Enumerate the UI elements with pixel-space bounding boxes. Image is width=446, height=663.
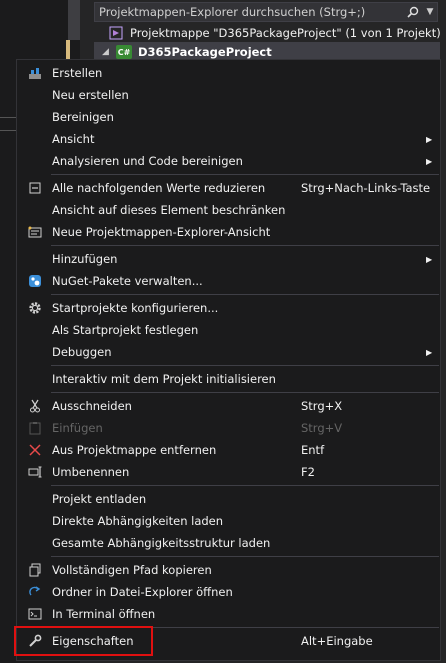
menu-item-label: Vollständigen Pfad kopieren (52, 563, 212, 577)
submenu-arrow-icon: ▶ (426, 254, 433, 264)
menu-item-umbenennen[interactable]: Umbenennen F2 (18, 461, 439, 483)
menu-item-label: Hinzufügen (52, 252, 118, 266)
remove-icon (18, 439, 52, 461)
search-icon[interactable] (403, 3, 423, 21)
menu-item-shortcut: Strg+X (301, 399, 343, 413)
gear-icon (18, 297, 52, 319)
menu-separator (51, 294, 439, 295)
scissors-icon (18, 395, 52, 417)
menu-item-label: Ausschneiden (52, 399, 132, 413)
menu-item-label: Erstellen (52, 66, 103, 80)
copy-icon (18, 559, 52, 581)
menu-item-beschraenken[interactable]: Ansicht auf dieses Element beschränken (18, 199, 439, 221)
menu-item-ansicht[interactable]: Ansicht ▶ (18, 128, 439, 150)
open-folder-icon (18, 581, 52, 603)
menu-item-label: Als Startprojekt festlegen (52, 323, 199, 337)
editor-scrollbar[interactable] (68, 0, 80, 40)
menu-item-gesamte-abhaengigkeiten[interactable]: Gesamte Abhängigkeitsstruktur laden (18, 532, 439, 554)
tree-item-solution[interactable]: Projektmappe "D365PackageProject" (1 von… (94, 23, 441, 43)
menu-item-label: Startprojekte konfigurieren... (52, 301, 219, 315)
divider (0, 130, 16, 131)
submenu-arrow-icon: ▶ (426, 134, 433, 144)
menu-item-neue-ansicht[interactable]: Neue Projektmappen-Explorer-Ansicht (18, 221, 439, 243)
paste-icon (18, 417, 52, 439)
nuget-icon (18, 270, 52, 292)
highlight-box (14, 626, 153, 656)
menu-item-debuggen[interactable]: Debuggen ▶ (18, 341, 439, 363)
submenu-arrow-icon: ▶ (426, 347, 433, 357)
menu-separator (51, 174, 439, 175)
menu-item-einfuegen[interactable]: Einfügen Strg+V (18, 417, 439, 439)
csharp-project-icon: C# (116, 45, 132, 59)
menu-separator (51, 392, 439, 393)
terminal-icon (18, 603, 52, 625)
menu-item-label: NuGet-Pakete verwalten... (52, 274, 203, 288)
menu-item-shortcut: Alt+Eingabe (301, 634, 373, 648)
menu-item-label: Ordner in Datei-Explorer öffnen (52, 585, 233, 599)
new-view-icon (18, 221, 52, 243)
menu-item-label: Ansicht (52, 132, 95, 146)
menu-item-label: Bereinigen (52, 110, 114, 124)
menu-item-label: In Terminal öffnen (52, 607, 156, 621)
menu-item-direkte-abhaengigkeiten[interactable]: Direkte Abhängigkeiten laden (18, 510, 439, 532)
menu-item-interaktiv[interactable]: Interaktiv mit dem Projekt initialisiere… (18, 368, 439, 390)
menu-item-label: Projekt entladen (52, 492, 147, 506)
menu-item-shortcut: Strg+Nach-Links-Taste (301, 181, 431, 195)
solution-explorer-search[interactable]: Projektmappen-Explorer durchsuchen (Strg… (94, 2, 438, 22)
menu-item-label: Aus Projektmappe entfernen (52, 443, 217, 457)
menu-item-label: Direkte Abhängigkeiten laden (52, 514, 224, 528)
solution-label: Projektmappe "D365PackageProject" (1 von… (130, 26, 441, 40)
menu-item-neu-erstellen[interactable]: Neu erstellen (18, 84, 439, 106)
menu-item-label: Neu erstellen (52, 88, 129, 102)
context-menu: Erstellen Neu erstellen Bereinigen Ansic… (16, 59, 441, 661)
menu-separator (51, 245, 439, 246)
submenu-arrow-icon: ▶ (426, 156, 433, 166)
menu-item-label: Gesamte Abhängigkeitsstruktur laden (52, 536, 271, 550)
menu-item-erstellen[interactable]: Erstellen (18, 62, 439, 84)
search-placeholder: Projektmappen-Explorer durchsuchen (Strg… (99, 5, 366, 19)
menu-item-label: Alle nachfolgenden Werte reduzieren (52, 181, 266, 195)
menu-item-ausschneiden[interactable]: Ausschneiden Strg+X (18, 395, 439, 417)
project-label: D365PackageProject (138, 45, 272, 59)
menu-item-startprojekt-festlegen[interactable]: Als Startprojekt festlegen (18, 319, 439, 341)
menu-item-label: Neue Projektmappen-Explorer-Ansicht (52, 225, 271, 239)
menu-separator (51, 485, 439, 486)
menu-item-nuget[interactable]: NuGet-Pakete verwalten... (18, 270, 439, 292)
divider (0, 117, 16, 118)
menu-item-label: Umbenennen (52, 465, 130, 479)
menu-item-label: Interaktiv mit dem Projekt initialisiere… (52, 372, 276, 386)
collapse-icon (18, 177, 52, 199)
menu-separator (51, 556, 439, 557)
menu-separator (51, 365, 439, 366)
menu-item-entfernen[interactable]: Aus Projektmappe entfernen Entf (18, 439, 439, 461)
menu-item-label: Ansicht auf dieses Element beschränken (52, 203, 286, 217)
menu-item-shortcut: Entf (301, 443, 325, 457)
expand-triangle-icon[interactable]: ◢ (102, 47, 116, 57)
menu-item-shortcut: F2 (301, 465, 315, 479)
build-icon (18, 62, 52, 84)
menu-item-terminal[interactable]: In Terminal öffnen (18, 603, 439, 625)
rename-icon (18, 461, 52, 483)
menu-item-entladen[interactable]: Projekt entladen (18, 488, 439, 510)
menu-item-label: Einfügen (52, 421, 103, 435)
solution-icon (108, 26, 124, 40)
menu-item-shortcut: Strg+V (301, 421, 343, 435)
menu-item-label: Debuggen (52, 345, 112, 359)
menu-item-datei-explorer[interactable]: Ordner in Datei-Explorer öffnen (18, 581, 439, 603)
menu-item-analysieren[interactable]: Analysieren und Code bereinigen ▶ (18, 150, 439, 172)
search-options-chevron-icon[interactable]: ▼ (423, 7, 437, 17)
menu-item-bereinigen[interactable]: Bereinigen (18, 106, 439, 128)
menu-item-hinzufuegen[interactable]: Hinzufügen ▶ (18, 248, 439, 270)
menu-item-startprojekte[interactable]: Startprojekte konfigurieren... (18, 297, 439, 319)
menu-item-reduzieren[interactable]: Alle nachfolgenden Werte reduzieren Strg… (18, 177, 439, 199)
menu-item-label: Analysieren und Code bereinigen (52, 154, 243, 168)
menu-item-pfad-kopieren[interactable]: Vollständigen Pfad kopieren (18, 559, 439, 581)
